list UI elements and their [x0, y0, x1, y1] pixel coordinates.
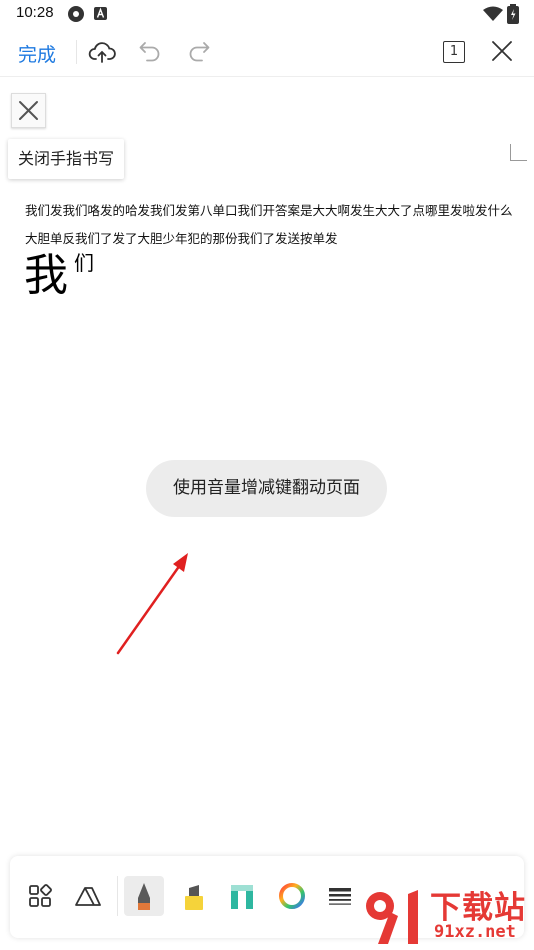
document-line: 大胆单反我们了发了大胆少年犯的那份我们了发送按单发	[25, 231, 338, 246]
wifi-icon	[483, 6, 503, 21]
eraser-icon[interactable]	[68, 876, 108, 916]
highlighter-icon[interactable]	[174, 876, 214, 916]
pen-tool[interactable]	[124, 876, 164, 916]
close-icon	[19, 101, 38, 120]
handwritten-character: 我	[24, 250, 68, 301]
volume-page-turn-toast: 使用音量增减键翻动页面	[146, 460, 387, 517]
watermark-logo: 下载站 91xz.net	[352, 878, 534, 950]
watermark-brand: 下载站	[430, 890, 526, 926]
undo-icon[interactable]	[137, 38, 163, 64]
battery-icon	[507, 4, 519, 24]
watermark-91-icon	[366, 890, 418, 944]
marker-icon[interactable]	[222, 876, 262, 916]
top-toolbar: 完成 1	[0, 28, 534, 77]
page-indicator[interactable]: 1	[443, 41, 465, 63]
close-handwriting-button[interactable]: 关闭手指书写	[8, 139, 125, 179]
settings-status-icon	[68, 6, 84, 22]
color-picker-icon[interactable]	[272, 876, 312, 916]
document-line: 我们发我们咯发的哈发我们发第八单口我们开答案是大大啊发生大大了点哪里发啦发什么	[25, 203, 513, 218]
done-button[interactable]: 完成	[18, 40, 56, 67]
handwritten-character: 们	[74, 251, 94, 275]
cloud-upload-icon[interactable]	[88, 38, 116, 66]
red-arrow-annotation	[116, 553, 188, 655]
grid-apps-icon[interactable]	[20, 876, 60, 916]
close-handwriting-x-button[interactable]	[11, 93, 46, 128]
toolbar-divider	[76, 40, 77, 64]
redo-icon[interactable]	[186, 38, 212, 64]
status-bar: 10:28	[0, 0, 534, 28]
status-time: 10:28	[16, 4, 54, 21]
tool-divider	[117, 876, 118, 916]
pen-icon	[138, 883, 150, 910]
a-status-icon	[94, 7, 107, 20]
close-icon[interactable]	[490, 39, 514, 63]
page-corner-mark	[510, 144, 527, 161]
watermark-url: 91xz.net	[434, 922, 516, 942]
